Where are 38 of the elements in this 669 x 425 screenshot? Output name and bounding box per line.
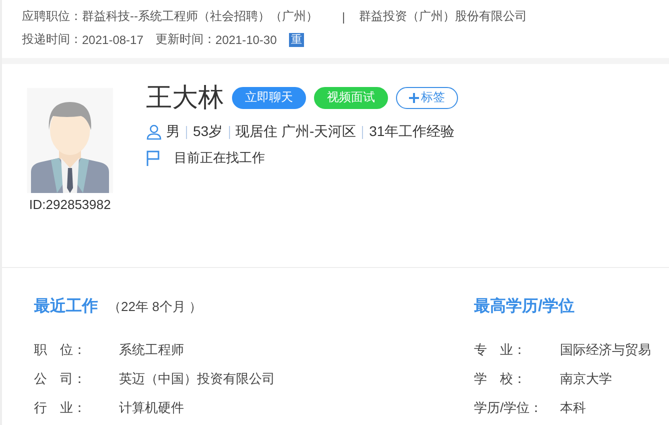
company-text: 群益投资（广州）股份有限公司 xyxy=(359,8,528,25)
field-label: 公 司： xyxy=(34,370,87,388)
field-value: 英迈（中国）投资有限公司 xyxy=(119,370,275,388)
field-value: 国际经济与贸易 xyxy=(560,341,651,359)
profile-fact: 现居住 广州-天河区 xyxy=(236,123,356,141)
delivered-date: 2021-08-17 xyxy=(82,32,144,46)
plus-icon xyxy=(409,92,419,102)
repeat-badge: 重 xyxy=(288,32,304,46)
avatar-silhouette-icon xyxy=(27,88,113,193)
section-title: 最高学历/学位 xyxy=(474,296,576,317)
field-value: 系统工程师 xyxy=(119,341,185,359)
person-icon xyxy=(146,124,162,140)
field-label: 职 位： xyxy=(34,341,87,359)
field-label: 学历/学位： xyxy=(474,399,544,417)
field-label: 专 业： xyxy=(474,341,527,359)
delivered-label: 投递时间： xyxy=(22,31,82,48)
field-label: 学 校： xyxy=(474,370,527,388)
profile-fact: 53岁 xyxy=(193,123,223,141)
candidate-name: 王大林 xyxy=(146,81,224,114)
updated-label: 更新时间： xyxy=(155,31,216,48)
candidate-id: ID:292853982 xyxy=(29,197,111,212)
chat-button[interactable]: 立即聊天 xyxy=(232,86,306,108)
field-label: 行 业： xyxy=(34,399,87,417)
separator: | xyxy=(342,10,346,24)
flag-icon xyxy=(146,150,160,166)
job-status: 目前正在找工作 xyxy=(174,149,265,167)
updated-date: 2021-10-30 xyxy=(215,32,277,46)
profile-fact: 31年工作经验 xyxy=(369,123,455,141)
tag-button[interactable]: 标签 xyxy=(396,86,458,108)
profile-fact: 男 xyxy=(166,123,180,141)
work-duration: （22年 8个月 ） xyxy=(108,298,202,316)
video-interview-button[interactable]: 视频面试 xyxy=(314,86,388,108)
section-title: 最近工作 xyxy=(34,296,98,317)
field-value: 南京大学 xyxy=(560,370,613,388)
field-value: 本科 xyxy=(560,399,587,417)
position-label: 应聘职位： xyxy=(22,8,82,25)
position-text: 群益科技--系统工程师（社会招聘）（广州） xyxy=(82,8,318,25)
field-value: 计算机硬件 xyxy=(119,399,185,417)
